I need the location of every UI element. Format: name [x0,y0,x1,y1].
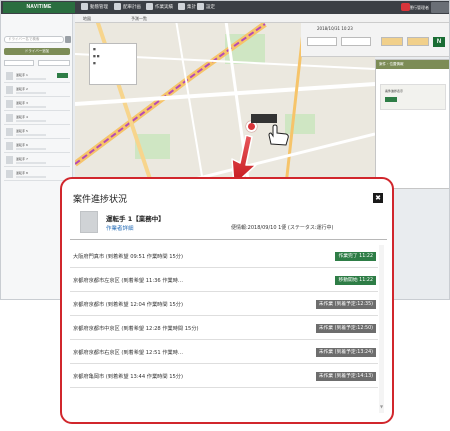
clipboard-icon [146,3,153,10]
driver-list-item[interactable]: 運転手 1 [4,70,70,83]
job-destination: 京都府亀岡市 (到着希望 13:44 作業時間 15分) [73,374,184,380]
nav-item-settings[interactable]: 設定 [197,3,215,12]
driver-search-input[interactable]: ドライバー名で検索 [4,36,64,43]
status-badge [57,73,68,78]
driver-list-item[interactable]: 運転手 2 [4,84,70,97]
menu-button[interactable] [431,2,449,13]
add-driver-button[interactable]: ドライバー追加 [4,48,70,55]
map-pin-label [251,114,277,123]
notification-badge[interactable] [401,3,410,11]
scroll-down-icon[interactable]: ▼ [379,404,384,409]
nav-item-tracking[interactable]: 動態管理 [81,3,108,12]
avatar [6,100,13,108]
job-row[interactable]: 京都府亀岡市 (到着希望 13:44 作業時間 15分) 未作業 (到着予定:1… [70,365,378,388]
status-badge: 移動開始 11:22 [335,276,376,285]
calendar-icon [114,3,121,10]
top-nav-bar: NAVITIME 動態管理 配車計画 作業実績 集計 設定 運行管理者 [1,1,449,14]
filter-toggle[interactable] [381,37,403,46]
scrollbar[interactable] [379,245,384,413]
nav-item-dispatch[interactable]: 配車計画 [114,3,141,12]
close-icon[interactable]: ✖ [373,193,383,203]
driver-list-item[interactable]: 運転手 8 [4,168,70,181]
driver-list-item[interactable]: 運転手 5 [4,126,70,139]
job-row[interactable]: 大阪府門真市 (到着希望 09:51 作業時間 15分) 作業完了 11:22 [70,245,378,268]
divider [70,239,387,240]
avatar [6,114,13,122]
right-panel-title: 案件・位置情報 [376,60,449,69]
driver-name: 運転手 1【業務中】 [106,215,165,223]
status-badge: 未作業 (到着予定:12:50) [315,324,376,333]
tab-map[interactable]: 地図 [83,15,91,23]
app-logo: NAVITIME [3,2,75,13]
status-badge: 未作業 (到着予定:12:35) [315,300,376,309]
avatar [6,86,13,94]
job-row[interactable]: 京都府京都市左京区 (到着希望 11:36 作業時… 移動開始 11:22 [70,269,378,292]
worker-detail-link[interactable]: 作業者詳細 [106,224,134,232]
avatar [6,128,13,136]
driver-list-item[interactable]: 運転手 6 [4,140,70,153]
status-badge: 未作業 (到着予定:13:24) [315,348,376,357]
avatar [80,211,98,233]
sort-select[interactable] [38,60,70,66]
trip-info: 便情報:2018/09/10 1便 (ステータス:運行中) [231,225,334,231]
avatar [6,156,13,164]
avatar [6,142,13,150]
job-destination: 京都府京都市左京区 (到着希望 11:36 作業時… [73,278,184,284]
status-badge [385,97,397,102]
gear-icon [197,3,204,10]
driver-list-item[interactable]: 運転手 4 [4,112,70,125]
job-destination: 京都府京都市右京区 (到着希望 12:51 作業時… [73,350,184,356]
job-row[interactable]: 京都府京都市中京区 (到着希望 12:28 作業時間 15分) 未作業 (到着予… [70,317,378,340]
job-row[interactable]: 京都府京都市右京区 (到着希望 12:51 作業時… 未作業 (到着予定:13:… [70,341,378,364]
current-datetime: 2018/10/31 10:23 [317,26,353,31]
date-select[interactable] [307,37,337,46]
job-destination: 大阪府門真市 (到着希望 09:51 作業時間 15分) [73,254,184,260]
job-progress-dialog: 案件進捗状況 ✖ 運転手 1【業務中】 作業者詳細 便情報:2018/09/10… [60,177,394,424]
dialog-title: 案件進捗状況 [73,195,128,205]
status-badge: 未作業 (到着予定:14:13) [315,372,376,381]
filter-toggle[interactable] [407,37,429,46]
hand-pointer-icon [268,124,289,146]
avatar [6,170,13,178]
status-badge: 作業完了 11:22 [335,252,376,261]
time-select[interactable] [341,37,371,46]
tracking-icon [81,3,88,10]
job-destination: 京都府京都市 (到着希望 12:04 作業時間 15分) [73,302,184,308]
nav-item-summary[interactable]: 集計 [178,3,196,12]
tab-forecast[interactable]: 予測一覧 [131,15,147,23]
driver-list-item[interactable]: 運転手 3 [4,98,70,111]
north-compass-icon[interactable]: N [433,37,445,47]
search-options-icon[interactable] [65,36,71,43]
avatar [6,72,13,80]
map-layer-panel[interactable]: ■ ■ ■ ■ [89,43,137,85]
job-row[interactable]: 京都府京都市 (到着希望 12:04 作業時間 15分) 未作業 (到着予定:1… [70,293,378,316]
chart-icon [178,3,185,10]
map-tab-bar: 地図 予測一覧 [75,14,449,23]
user-name[interactable]: 運行管理者 [409,3,429,12]
right-info-panel: 案件・位置情報 案件進捗表示 [375,59,449,189]
filter-select[interactable] [4,60,34,66]
nav-item-results[interactable]: 作業実績 [146,3,173,12]
job-destination: 京都府京都市中京区 (到着希望 12:28 作業時間 15分) [73,326,199,332]
driver-list-item[interactable]: 運転手 7 [4,154,70,167]
progress-card[interactable]: 案件進捗表示 [380,84,446,110]
